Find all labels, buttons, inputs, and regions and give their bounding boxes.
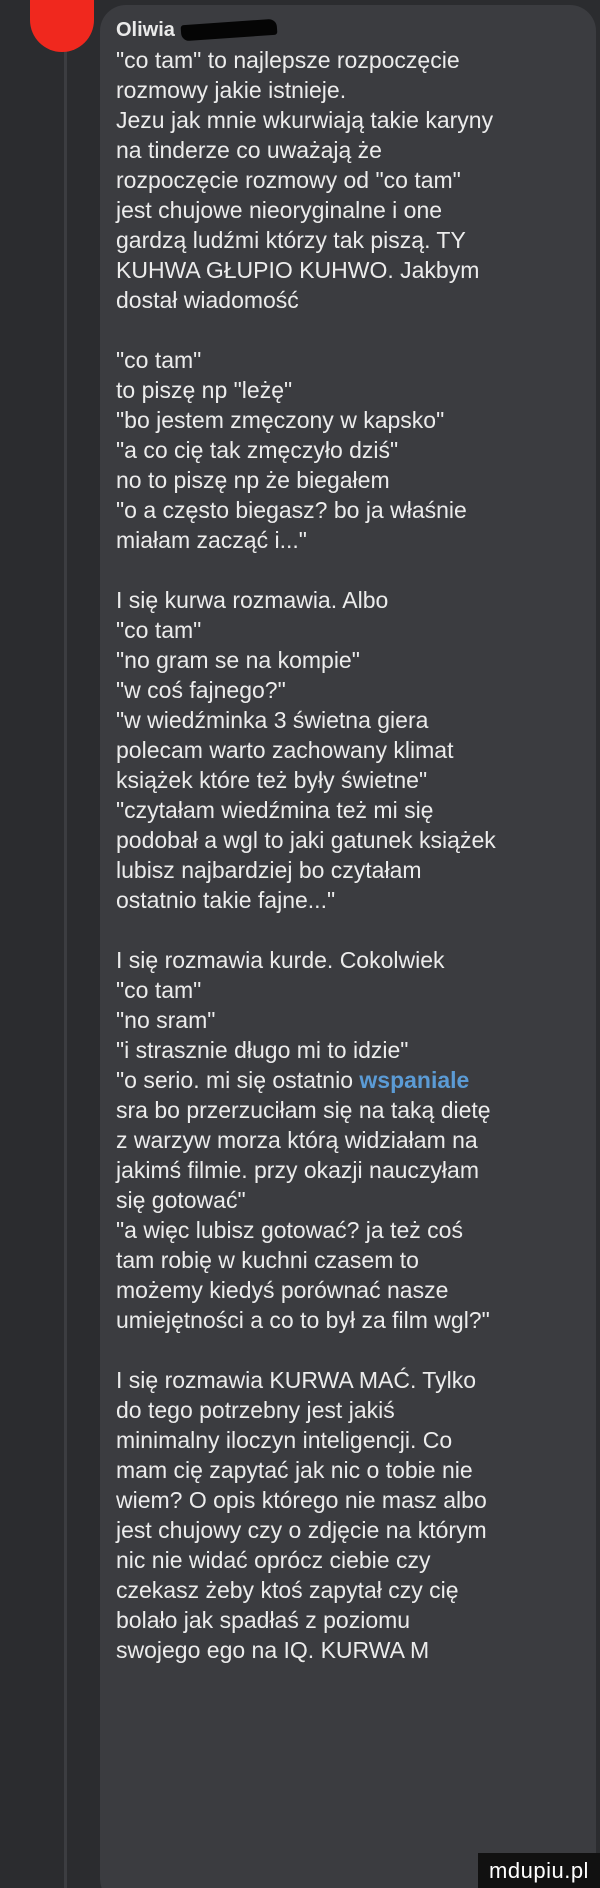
inline-link[interactable]: wspaniale [359, 1067, 469, 1093]
text-line: "o a często biegasz? bo ja właśnie [116, 497, 467, 523]
text-line: jest chujowy czy o zdjęcie na którym [116, 1517, 487, 1543]
paragraph-5: I się rozmawia KURWA MAĆ. Tylko do tego … [116, 1365, 586, 1665]
text-line: "no sram" [116, 1007, 216, 1033]
text-line-with-link: "o serio. mi się ostatnio wspaniale [116, 1065, 586, 1095]
comment-text: "co tam" to najlepsze rozpoczęcie rozmow… [116, 45, 586, 1695]
text-line: umiejętności a co to był za film wgl?" [116, 1307, 490, 1333]
text-line: bolało jak spadłaś z poziomu [116, 1607, 411, 1633]
text-line: miałam zacząć i..." [116, 527, 307, 553]
text-line: mam cię zapytać jak nic o tobie nie [116, 1457, 473, 1483]
comment-header: Oliwia [116, 14, 278, 46]
text-line: z warzyw morza którą widziałam na [116, 1127, 478, 1153]
text-line: ostatnio takie fajne..." [116, 887, 336, 913]
text-line: podobał a wgl to jaki gatunek książek [116, 827, 496, 853]
text-line: "i strasznie długo mi to idzie" [116, 1037, 409, 1063]
text-line: możemy kiedyś porównać nasze [116, 1277, 449, 1303]
text-line: gardzą ludźmi którzy tak piszą. TY [116, 227, 466, 253]
text-line: się gotować" [116, 1187, 246, 1213]
text-line: "co tam" [116, 977, 202, 1003]
paragraph-2: "co tam" to piszę np "leżę" "bo jestem z… [116, 345, 586, 555]
text-line: I się rozmawia kurde. Cokolwiek [116, 947, 445, 973]
text-line: na tinderze co uważają że [116, 137, 382, 163]
text-line: "co tam" to najlepsze rozpoczęcie [116, 47, 460, 73]
watermark-logo: mdupiu.pl [478, 1853, 600, 1888]
redaction-mark [180, 18, 278, 42]
text-line: "bo jestem zmęczony w kapsko" [116, 407, 445, 433]
text-line: Jezu jak mnie wkurwiają takie karyny [116, 107, 494, 133]
text-line: "no gram se na kompie" [116, 647, 360, 673]
text-line: "co tam" [116, 617, 202, 643]
text-line: "a co cię tak zmęczyło dziś" [116, 437, 399, 463]
text-line: "w coś fajnego?" [116, 677, 286, 703]
text-line: "w wiedźminka 3 świetna giera [116, 707, 429, 733]
text-line: wiem? O opis którego nie masz albo [116, 1487, 487, 1513]
text-line: minimalny iloczyn inteligencji. Co [116, 1427, 453, 1453]
text-line: rozpoczęcie rozmowy od "co tam" [116, 167, 461, 193]
text-line: lubisz najbardziej bo czytałam [116, 857, 422, 883]
text-line: swojego ego na IQ. KURWA M [116, 1637, 430, 1663]
text-line: "a więc lubisz gotować? ja też coś [116, 1217, 463, 1243]
text-line: polecam warto zachowany klimat [116, 737, 454, 763]
paragraph-1: "co tam" to najlepsze rozpoczęcie rozmow… [116, 45, 586, 315]
text-line: "czytałam wiedźmina też mi się [116, 797, 434, 823]
avatar[interactable] [30, 0, 94, 52]
text-fragment: "o serio. mi się ostatnio [116, 1067, 360, 1093]
text-line: to piszę np "leżę" [116, 377, 293, 403]
text-line: I się kurwa rozmawia. Albo [116, 587, 389, 613]
text-line: tam robię w kuchni czasem to [116, 1247, 419, 1273]
text-line: I się rozmawia KURWA MAĆ. Tylko [116, 1367, 476, 1393]
paragraph-3: I się kurwa rozmawia. Albo "co tam" "no … [116, 585, 586, 915]
text-line: "co tam" [116, 347, 202, 373]
comment-thread: Oliwia "co tam" to najlepsze rozpoczęcie… [0, 0, 600, 1888]
text-line: jest chujowe nieoryginalne i one [116, 197, 443, 223]
text-line: jakimś filmie. przy okazji nauczyłam [116, 1157, 479, 1183]
thread-line [64, 40, 67, 1888]
text-line: sra bo przerzuciłam się na taką dietę [116, 1097, 491, 1123]
text-line: no to piszę np że biegałem [116, 467, 390, 493]
text-line: do tego potrzebny jest jakiś [116, 1397, 395, 1423]
text-line: rozmowy jakie istnieje. [116, 77, 347, 103]
text-line: KUHWA GŁUPIO KUHWO. Jakbym [116, 257, 480, 283]
text-line: czekasz żeby ktoś zapytał czy cię [116, 1577, 459, 1603]
text-line: książek które też były świetne" [116, 767, 428, 793]
text-line: nic nie widać oprócz ciebie czy [116, 1547, 431, 1573]
text-line: dostał wiadomość [116, 287, 299, 313]
author-name[interactable]: Oliwia [116, 19, 175, 42]
paragraph-4: I się rozmawia kurde. Cokolwiek "co tam"… [116, 945, 586, 1335]
